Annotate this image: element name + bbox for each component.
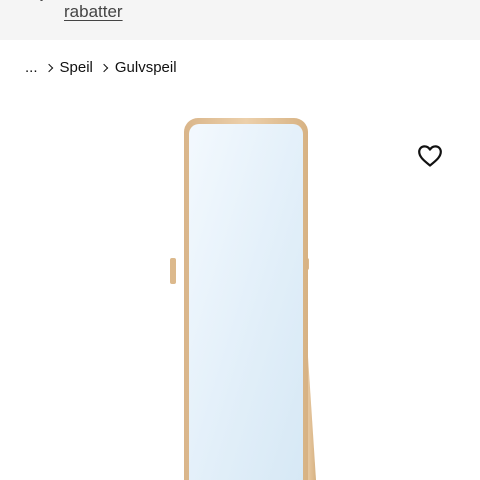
breadcrumb-ellipsis[interactable]: ... bbox=[25, 59, 38, 76]
chevron-right-icon bbox=[93, 59, 115, 76]
chevron-right-icon bbox=[38, 59, 60, 76]
promo-bullet bbox=[40, 0, 43, 1]
mirror-glass bbox=[189, 124, 303, 480]
promo-discounts-link[interactable]: rabatter bbox=[64, 0, 123, 24]
floor-mirror-image bbox=[170, 118, 316, 480]
mirror-left-peg bbox=[170, 258, 176, 284]
promo-banner: rabatter bbox=[0, 0, 480, 40]
breadcrumb: ... Speil Gulvspeil bbox=[25, 56, 177, 78]
breadcrumb-item-speil[interactable]: Speil bbox=[60, 59, 93, 76]
breadcrumb-item-gulvspeil[interactable]: Gulvspeil bbox=[115, 59, 177, 76]
heart-outline-icon bbox=[418, 145, 442, 167]
favourite-button[interactable] bbox=[414, 140, 446, 172]
product-page: rabatter ... Speil Gulvspeil bbox=[0, 0, 480, 480]
